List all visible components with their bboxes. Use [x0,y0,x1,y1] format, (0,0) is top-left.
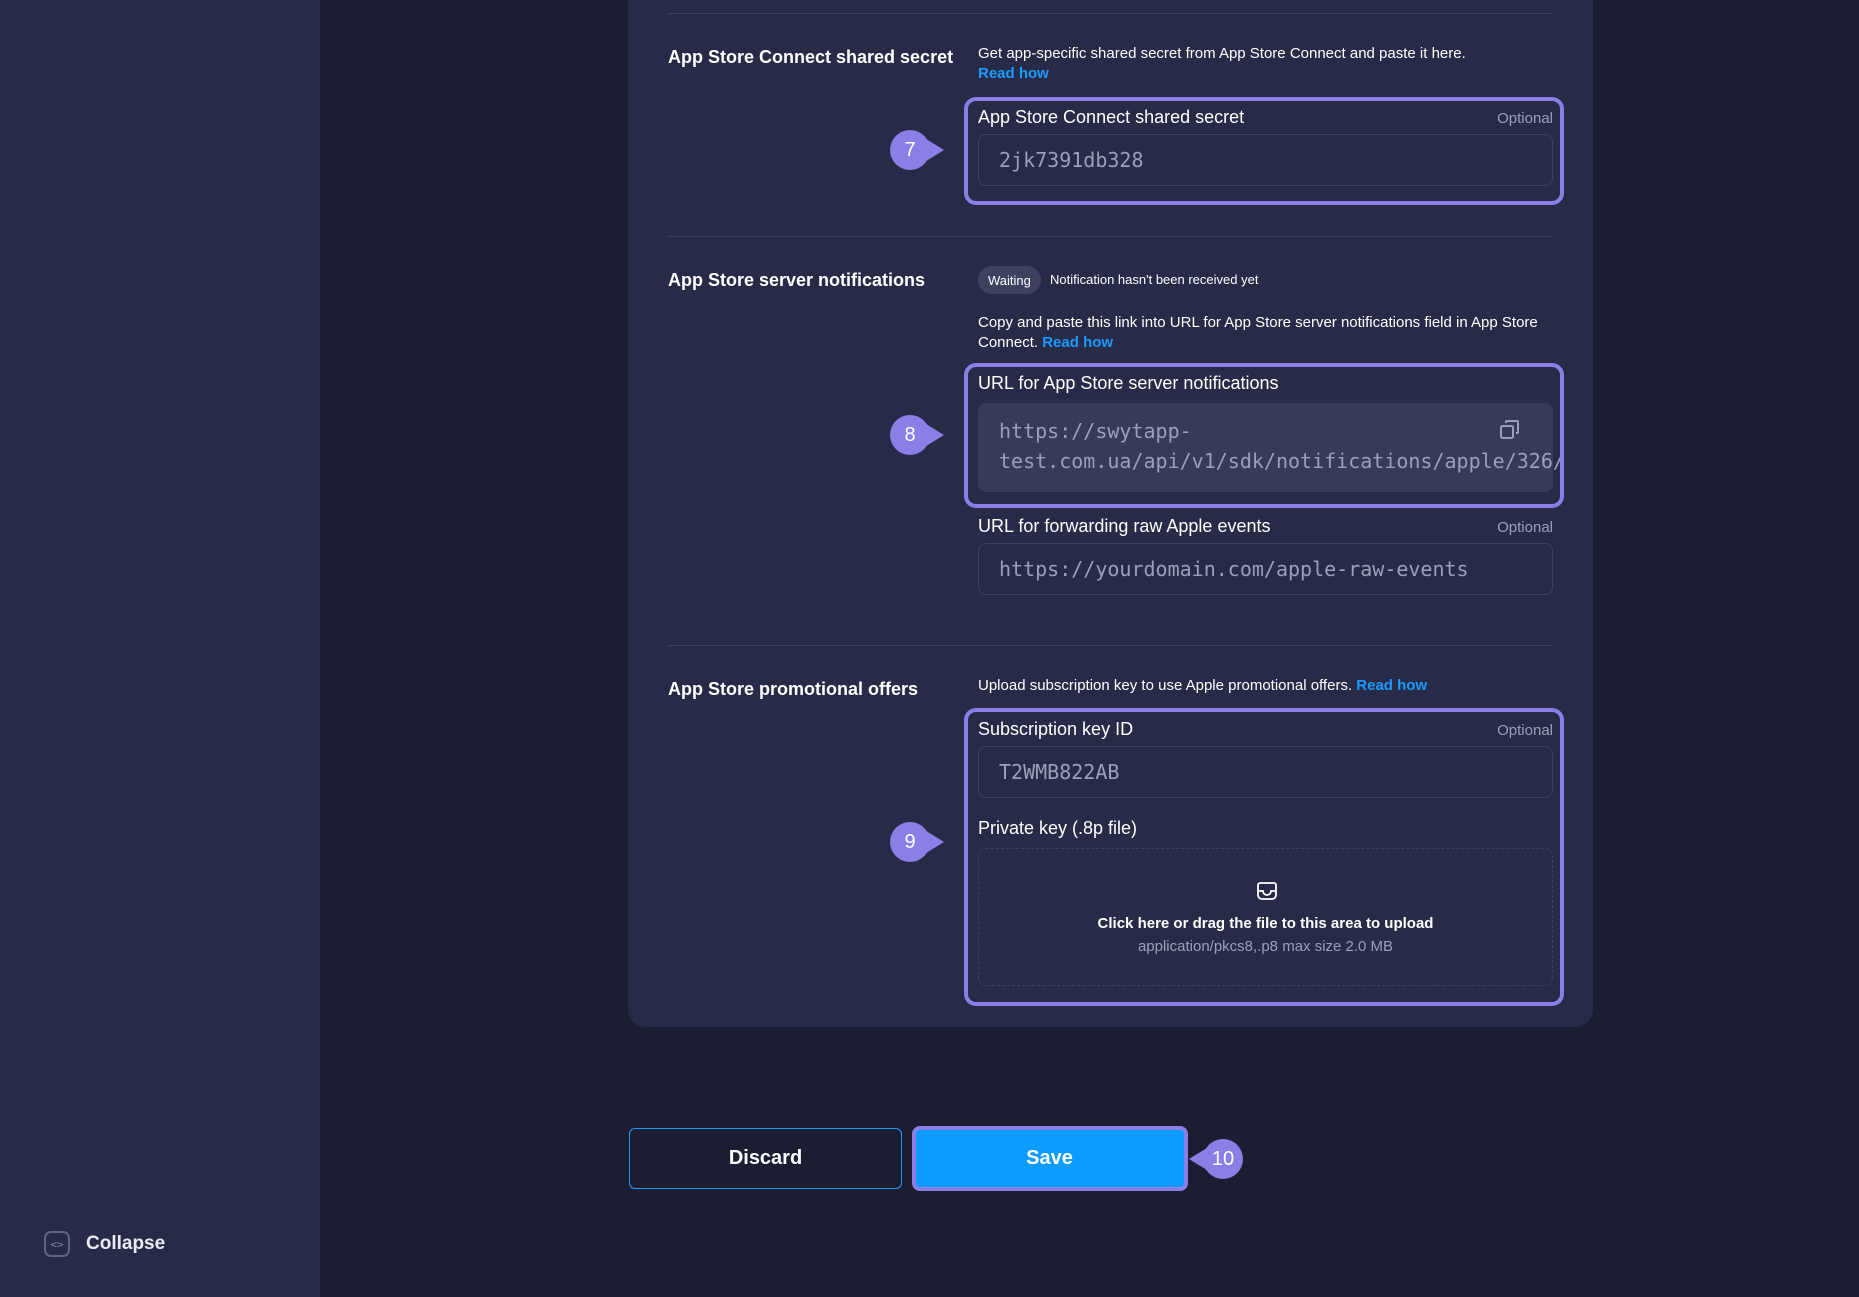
step-badge-7: 7 [890,130,944,170]
url-line-2: test.com.ua/api/v1/sdk/notifications/app… [999,449,1565,473]
step-badge-9: 9 [890,822,944,862]
shared-secret-description: Get app-specific shared secret from App … [978,44,1558,84]
notifications-url-label: URL for App Store server notifications [978,373,1279,393]
collapse-label: Collapse [86,1233,166,1254]
step-badge-number: 9 [890,822,930,862]
promo-offers-description: Upload subscription key to use Apple pro… [978,676,1558,696]
sidebar: <> Collapse [0,0,320,1297]
save-button[interactable]: Save [913,1128,1186,1189]
promo-offers-title: App Store promotional offers [668,679,919,699]
notifications-url-value: https://swytapp- test.com.ua/api/v1/sdk/… [999,416,1565,476]
shared-secret-read-how-link[interactable]: Read how [978,65,1049,82]
status-badge: Waiting [978,266,1041,294]
subscription-key-id-input[interactable]: T2WMB822AB [978,746,1553,798]
shared-secret-field-label: App Store Connect shared secret [978,107,1245,127]
optional-label: Optional [1497,110,1553,127]
discard-button[interactable]: Discard [629,1128,902,1189]
private-key-label: Private key (.8p file) [978,818,1138,838]
notifications-url-field[interactable]: https://swytapp- test.com.ua/api/v1/sdk/… [978,403,1565,492]
upload-constraints: application/pkcs8,.p8 max size 2.0 MB [1137,938,1394,955]
step-badge-number: 8 [890,415,930,455]
inbox-icon [1257,882,1277,900]
collapse-icon: <> [44,1231,70,1257]
url-line-1: https://swytapp- [999,419,1192,443]
step-badge-8: 8 [890,415,944,455]
divider [668,13,1553,14]
server-notifications-title: App Store server notifications [668,270,926,290]
shared-secret-input[interactable]: 2jk7391db328 [978,134,1553,186]
subscription-key-id-label: Subscription key ID [978,719,1134,739]
forward-url-input[interactable]: https://yourdomain.com/apple-raw-events [978,543,1553,595]
collapse-button[interactable]: <> Collapse [44,1231,165,1257]
status-text: Notification hasn't been received yet [1050,272,1259,287]
copy-icon[interactable] [1498,418,1522,442]
optional-label: Optional [1497,519,1553,536]
private-key-upload-dropzone[interactable]: Click here or drag the file to this area… [978,848,1553,986]
step-badge-10: 10 [1189,1139,1243,1179]
shared-secret-title: App Store Connect shared secret [668,47,954,67]
divider [668,236,1553,237]
step-badge-number: 7 [890,130,930,170]
server-notifications-read-how-link[interactable]: Read how [1042,334,1113,351]
divider [668,645,1553,646]
optional-label: Optional [1497,722,1553,739]
forward-url-label: URL for forwarding raw Apple events [978,516,1271,536]
shared-secret-desc-text: Get app-specific shared secret from App … [978,45,1466,62]
server-notifications-description: Copy and paste this link into URL for Ap… [978,313,1558,353]
promo-offers-read-how-link[interactable]: Read how [1356,677,1427,694]
promo-offers-desc-text: Upload subscription key to use Apple pro… [978,677,1353,694]
step-badge-number: 10 [1203,1139,1243,1179]
upload-instruction: Click here or drag the file to this area… [1097,915,1434,932]
